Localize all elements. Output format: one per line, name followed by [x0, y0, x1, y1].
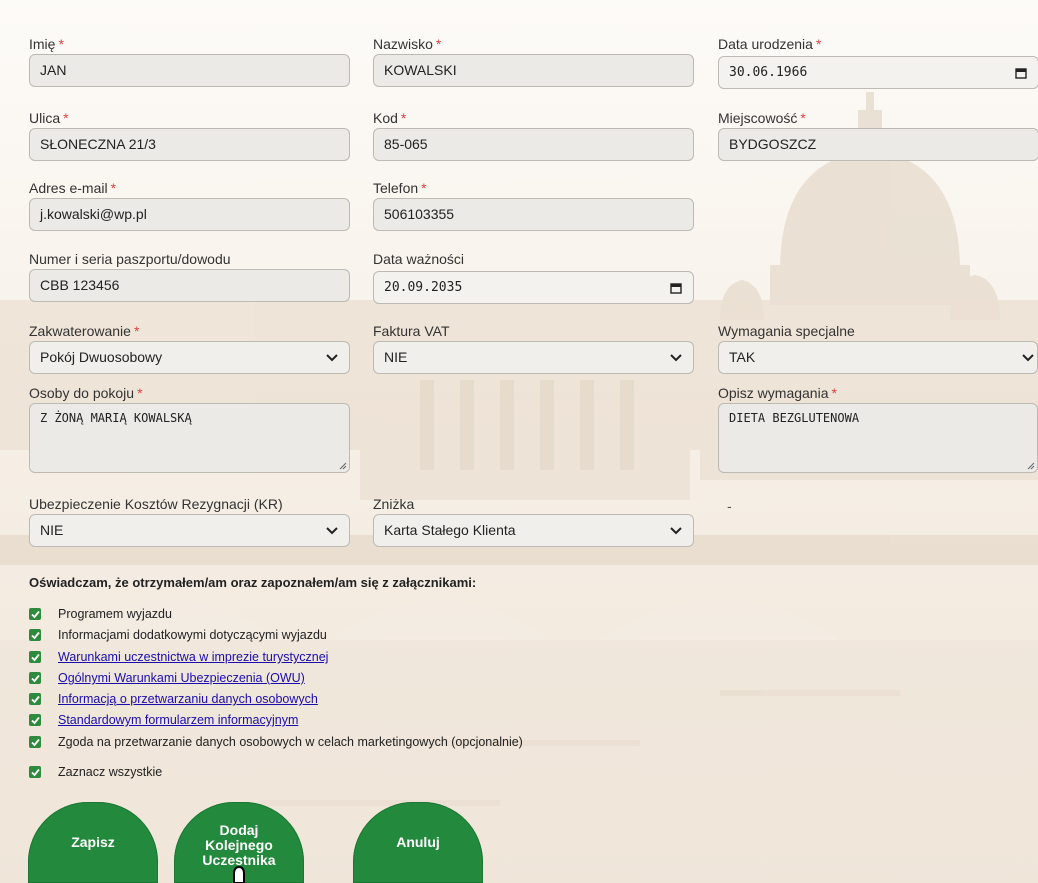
passport-field[interactable]: CBB 123456	[29, 269, 350, 302]
accommodation-select[interactable]: Pokój Dwuosobowy	[29, 341, 350, 374]
expiry-date-label: Data ważności	[373, 251, 465, 267]
room-persons-value: Z ŻONĄ MARIĄ KOWALSKĄ	[40, 411, 192, 425]
room-persons-label: Osoby do pokoju *	[29, 385, 143, 401]
describe-requirements-textarea[interactable]: DIETA BEZGLUTENOWA	[718, 403, 1038, 473]
passport-label: Numer i seria paszportu/dowodu	[29, 251, 231, 267]
street-label: Ulica *	[29, 110, 69, 126]
checkbox-row[interactable]: Informacją o przetwarzaniu danych osobow…	[29, 690, 318, 708]
chevron-down-icon	[325, 342, 339, 373]
accommodation-value: Pokój Dwuosobowy	[40, 349, 163, 365]
discount-label: Zniżka	[373, 496, 415, 512]
declaration-heading: Oświadczam, że otrzymałem/am oraz zapozn…	[29, 575, 477, 590]
save-button[interactable]: Zapisz	[28, 802, 158, 883]
checkbox-row[interactable]: Ogólnymi Warunkami Ubezpieczenia (OWU)	[29, 669, 305, 687]
chevron-down-icon	[669, 342, 683, 373]
last-name-field[interactable]: KOWALSKI	[373, 54, 694, 87]
select-all-label: Zaznacz wszystkie	[58, 765, 163, 779]
birth-date-label: Data urodzenia *	[718, 36, 822, 52]
checkbox-label: Programem wyjazdu	[58, 607, 172, 621]
checkbox-checked-icon[interactable]	[29, 672, 41, 684]
vat-invoice-select[interactable]: NIE	[373, 341, 694, 374]
phone-label: Telefon *	[373, 180, 427, 196]
room-persons-textarea[interactable]: Z ŻONĄ MARIĄ KOWALSKĄ	[29, 403, 350, 473]
checkbox-checked-icon[interactable]	[29, 693, 41, 705]
vat-invoice-label: Faktura VAT	[373, 323, 450, 339]
data-processing-info-link[interactable]: Informacją o przetwarzaniu danych osobow…	[58, 692, 318, 706]
checkbox-checked-icon[interactable]	[29, 608, 41, 620]
email-field[interactable]: j.kowalski@wp.pl	[29, 198, 350, 231]
insurance-terms-link[interactable]: Ogólnymi Warunkami Ubezpieczenia (OWU)	[58, 671, 305, 685]
cancellation-insurance-value: NIE	[40, 522, 64, 538]
special-requirements-value: TAK	[729, 349, 756, 365]
city-label: Miejscowość *	[718, 110, 806, 126]
accommodation-label: Zakwaterowanie *	[29, 323, 140, 339]
checkbox-label: Zgoda na przetwarzanie danych osobowych …	[58, 735, 523, 749]
checkbox-checked-icon[interactable]	[29, 629, 41, 641]
checkbox-row[interactable]: Standardowym formularzem informacyjnym	[29, 711, 298, 729]
calendar-icon[interactable]	[669, 272, 683, 303]
chevron-down-icon	[669, 515, 683, 546]
resize-grip-icon[interactable]	[1025, 460, 1035, 470]
checkbox-checked-icon[interactable]	[29, 766, 41, 778]
add-participant-label-line2: Kolejnego	[205, 837, 273, 853]
chevron-down-icon	[325, 515, 339, 546]
cancel-button[interactable]: Anuluj	[353, 802, 483, 883]
save-button-label: Zapisz	[71, 834, 115, 850]
email-label: Adres e-mail *	[29, 180, 117, 196]
select-all-row[interactable]: Zaznacz wszystkie	[29, 763, 162, 781]
cancellation-insurance-select[interactable]: NIE	[29, 514, 350, 547]
postal-code-field[interactable]: 85-065	[373, 128, 694, 161]
mouse-cursor-icon	[233, 866, 245, 883]
checkbox-checked-icon[interactable]	[29, 651, 41, 663]
discount-select[interactable]: Karta Stałego Klienta	[373, 514, 694, 547]
phone-field[interactable]: 506103355	[373, 198, 694, 231]
checkbox-row[interactable]: Programem wyjazdu	[29, 605, 172, 623]
checkbox-checked-icon[interactable]	[29, 714, 41, 726]
street-field[interactable]: SŁONECZNA 21/3	[29, 128, 350, 161]
first-name-field[interactable]: JAN	[29, 54, 350, 87]
cancellation-insurance-label: Ubezpieczenie Kosztów Rezygnacji (KR)	[29, 496, 283, 512]
standard-info-form-link[interactable]: Standardowym formularzem informacyjnym	[58, 713, 298, 727]
expiry-date-field[interactable]: 20.09.2035	[373, 271, 694, 304]
special-requirements-label: Wymagania specjalne	[718, 323, 855, 339]
describe-requirements-value: DIETA BEZGLUTENOWA	[729, 411, 860, 425]
expiry-date-value: 20.09.2035	[384, 280, 463, 295]
resize-grip-icon[interactable]	[337, 460, 347, 470]
empty-value-dash: -	[727, 498, 732, 514]
last-name-label: Nazwisko *	[373, 36, 442, 52]
postal-code-label: Kod *	[373, 110, 407, 126]
checkbox-row[interactable]: Warunkami uczestnictwa w imprezie turyst…	[29, 648, 328, 666]
describe-requirements-label: Opisz wymagania *	[718, 385, 837, 401]
cancel-button-label: Anuluj	[396, 834, 440, 850]
calendar-icon[interactable]	[1014, 57, 1028, 88]
city-field[interactable]: BYDGOSZCZ	[718, 128, 1038, 161]
checkbox-checked-icon[interactable]	[29, 736, 41, 748]
checkbox-row[interactable]: Informacjami dodatkowymi dotyczącymi wyj…	[29, 626, 327, 644]
vat-invoice-value: NIE	[384, 349, 408, 365]
first-name-label: Imię *	[29, 36, 64, 52]
birth-date-field[interactable]: 30.06.1966	[718, 56, 1038, 89]
participation-terms-link[interactable]: Warunkami uczestnictwa w imprezie turyst…	[58, 650, 328, 664]
birth-date-value: 30.06.1966	[729, 65, 808, 80]
discount-value: Karta Stałego Klienta	[384, 522, 516, 538]
special-requirements-select[interactable]: TAK	[718, 341, 1038, 374]
chevron-down-icon	[1021, 342, 1035, 373]
checkbox-label: Informacjami dodatkowymi dotyczącymi wyj…	[58, 628, 327, 642]
participant-form: Imię * JAN Nazwisko * KOWALSKI Data urodze…	[0, 0, 1038, 883]
checkbox-row[interactable]: Zgoda na przetwarzanie danych osobowych …	[29, 733, 523, 751]
add-participant-label-line1: Dodaj	[219, 822, 259, 838]
